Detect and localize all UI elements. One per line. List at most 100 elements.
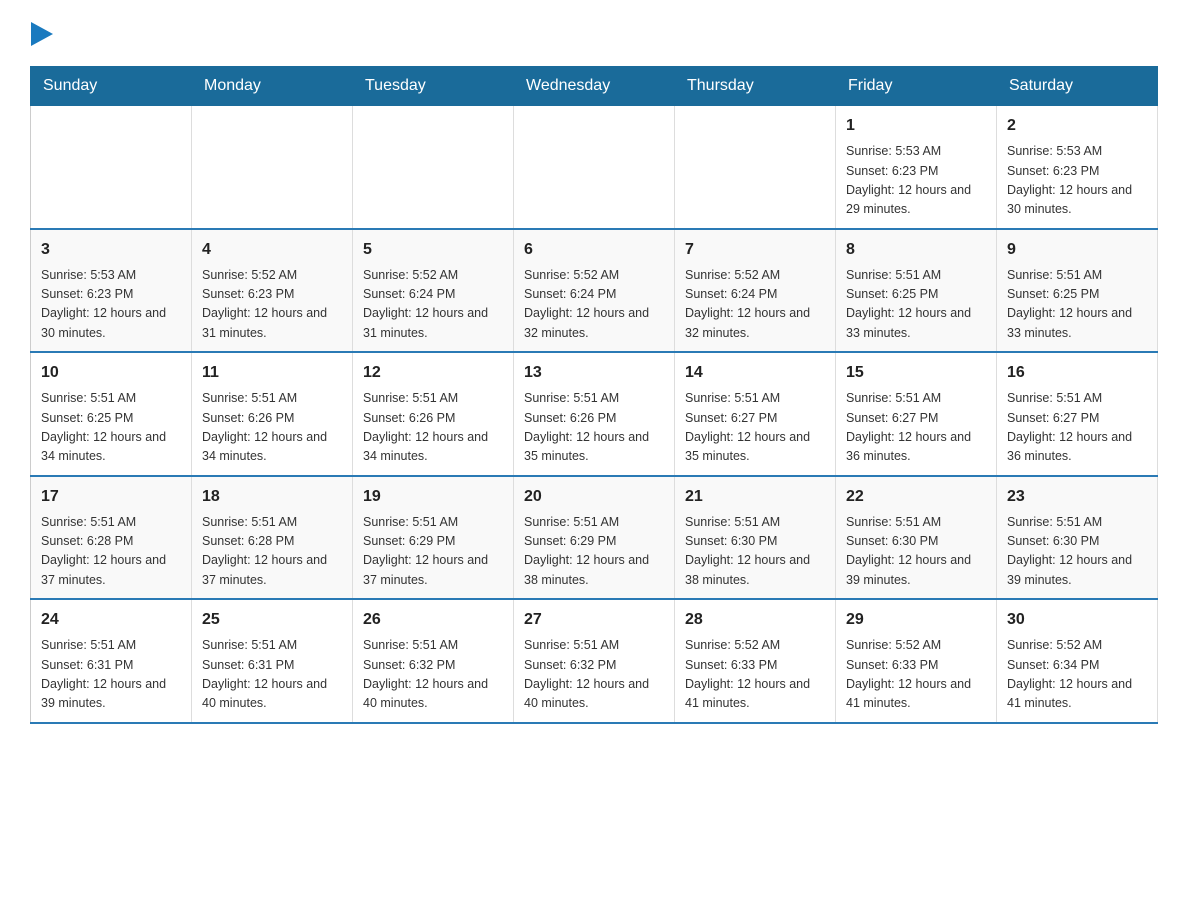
calendar-cell: 10 Sunrise: 5:51 AMSunset: 6:25 PMDayligh… — [31, 352, 192, 476]
day-info: Sunrise: 5:53 AMSunset: 6:23 PMDaylight:… — [1007, 142, 1147, 220]
calendar-cell: 13 Sunrise: 5:51 AMSunset: 6:26 PMDayligh… — [514, 352, 675, 476]
day-info: Sunrise: 5:52 AMSunset: 6:33 PMDaylight:… — [685, 636, 825, 714]
calendar-cell: 15 Sunrise: 5:51 AMSunset: 6:27 PMDayligh… — [836, 352, 997, 476]
day-number: 15 — [846, 361, 986, 385]
calendar-cell: 21 Sunrise: 5:51 AMSunset: 6:30 PMDayligh… — [675, 476, 836, 600]
day-number: 12 — [363, 361, 503, 385]
day-number: 22 — [846, 485, 986, 509]
calendar-cell: 1 Sunrise: 5:53 AMSunset: 6:23 PMDaylight… — [836, 106, 997, 229]
day-number: 9 — [1007, 238, 1147, 262]
calendar-cell — [353, 106, 514, 229]
day-info: Sunrise: 5:51 AMSunset: 6:26 PMDaylight:… — [524, 389, 664, 467]
calendar-week-5: 24Sunrise: 5:51 AMSunset: 6:31 PMDayligh… — [31, 599, 1158, 723]
calendar-cell: 8 Sunrise: 5:51 AMSunset: 6:25 PMDaylight… — [836, 229, 997, 353]
calendar-cell: 19Sunrise: 5:51 AMSunset: 6:29 PMDayligh… — [353, 476, 514, 600]
logo — [30, 20, 54, 46]
calendar-cell: 2 Sunrise: 5:53 AMSunset: 6:23 PMDaylight… — [997, 106, 1158, 229]
calendar-cell: 14Sunrise: 5:51 AMSunset: 6:27 PMDayligh… — [675, 352, 836, 476]
calendar-cell — [192, 106, 353, 229]
day-info: Sunrise: 5:51 AMSunset: 6:28 PMDaylight:… — [202, 513, 342, 591]
day-number: 18 — [202, 485, 342, 509]
day-info: Sunrise: 5:51 AMSunset: 6:31 PMDaylight:… — [41, 636, 181, 714]
day-number: 1 — [846, 114, 986, 138]
day-info: Sunrise: 5:51 AMSunset: 6:26 PMDaylight:… — [202, 389, 342, 467]
day-number: 26 — [363, 608, 503, 632]
calendar-week-4: 17 Sunrise: 5:51 AMSunset: 6:28 PMDayligh… — [31, 476, 1158, 600]
day-info: Sunrise: 5:51 AMSunset: 6:30 PMDaylight:… — [846, 513, 986, 591]
header-day-monday: Monday — [192, 67, 353, 106]
calendar-cell: 17 Sunrise: 5:51 AMSunset: 6:28 PMDayligh… — [31, 476, 192, 600]
day-info: Sunrise: 5:51 AMSunset: 6:29 PMDaylight:… — [524, 513, 664, 591]
header-day-thursday: Thursday — [675, 67, 836, 106]
day-number: 20 — [524, 485, 664, 509]
calendar-cell: 11 Sunrise: 5:51 AMSunset: 6:26 PMDayligh… — [192, 352, 353, 476]
calendar-cell: 5 Sunrise: 5:52 AMSunset: 6:24 PMDaylight… — [353, 229, 514, 353]
day-info: Sunrise: 5:51 AMSunset: 6:28 PMDaylight:… — [41, 513, 181, 591]
page-header — [30, 20, 1158, 46]
day-info: Sunrise: 5:51 AMSunset: 6:29 PMDaylight:… — [363, 513, 503, 591]
calendar-cell — [31, 106, 192, 229]
day-info: Sunrise: 5:51 AMSunset: 6:32 PMDaylight:… — [524, 636, 664, 714]
header-day-tuesday: Tuesday — [353, 67, 514, 106]
day-info: Sunrise: 5:51 AMSunset: 6:27 PMDaylight:… — [1007, 389, 1147, 467]
day-info: Sunrise: 5:52 AMSunset: 6:33 PMDaylight:… — [846, 636, 986, 714]
day-number: 16 — [1007, 361, 1147, 385]
day-number: 23 — [1007, 485, 1147, 509]
header-day-sunday: Sunday — [31, 67, 192, 106]
header-day-friday: Friday — [836, 67, 997, 106]
calendar-cell: 18 Sunrise: 5:51 AMSunset: 6:28 PMDayligh… — [192, 476, 353, 600]
day-info: Sunrise: 5:51 AMSunset: 6:26 PMDaylight:… — [363, 389, 503, 467]
day-info: Sunrise: 5:51 AMSunset: 6:25 PMDaylight:… — [846, 266, 986, 344]
calendar-cell: 3Sunrise: 5:53 AMSunset: 6:23 PMDaylight… — [31, 229, 192, 353]
day-number: 10 — [41, 361, 181, 385]
day-info: Sunrise: 5:52 AMSunset: 6:24 PMDaylight:… — [363, 266, 503, 344]
day-info: Sunrise: 5:53 AMSunset: 6:23 PMDaylight:… — [846, 142, 986, 220]
day-number: 8 — [846, 238, 986, 262]
calendar-cell: 9 Sunrise: 5:51 AMSunset: 6:25 PMDaylight… — [997, 229, 1158, 353]
day-info: Sunrise: 5:52 AMSunset: 6:24 PMDaylight:… — [685, 266, 825, 344]
header-day-wednesday: Wednesday — [514, 67, 675, 106]
calendar-cell: 6Sunrise: 5:52 AMSunset: 6:24 PMDaylight… — [514, 229, 675, 353]
header-day-saturday: Saturday — [997, 67, 1158, 106]
calendar-cell: 26 Sunrise: 5:51 AMSunset: 6:32 PMDayligh… — [353, 599, 514, 723]
calendar-cell: 27 Sunrise: 5:51 AMSunset: 6:32 PMDayligh… — [514, 599, 675, 723]
day-number: 28 — [685, 608, 825, 632]
day-number: 5 — [363, 238, 503, 262]
calendar-cell: 24Sunrise: 5:51 AMSunset: 6:31 PMDayligh… — [31, 599, 192, 723]
calendar-cell: 23Sunrise: 5:51 AMSunset: 6:30 PMDayligh… — [997, 476, 1158, 600]
day-number: 21 — [685, 485, 825, 509]
day-info: Sunrise: 5:51 AMSunset: 6:31 PMDaylight:… — [202, 636, 342, 714]
day-info: Sunrise: 5:51 AMSunset: 6:25 PMDaylight:… — [41, 389, 181, 467]
day-number: 27 — [524, 608, 664, 632]
calendar-cell: 29Sunrise: 5:52 AMSunset: 6:33 PMDayligh… — [836, 599, 997, 723]
day-info: Sunrise: 5:51 AMSunset: 6:25 PMDaylight:… — [1007, 266, 1147, 344]
calendar-week-3: 10 Sunrise: 5:51 AMSunset: 6:25 PMDayligh… — [31, 352, 1158, 476]
day-info: Sunrise: 5:51 AMSunset: 6:32 PMDaylight:… — [363, 636, 503, 714]
day-number: 7 — [685, 238, 825, 262]
day-info: Sunrise: 5:52 AMSunset: 6:34 PMDaylight:… — [1007, 636, 1147, 714]
day-info: Sunrise: 5:51 AMSunset: 6:30 PMDaylight:… — [685, 513, 825, 591]
day-number: 25 — [202, 608, 342, 632]
logo-blue-text — [30, 20, 54, 46]
calendar-cell: 7 Sunrise: 5:52 AMSunset: 6:24 PMDaylight… — [675, 229, 836, 353]
calendar-week-2: 3Sunrise: 5:53 AMSunset: 6:23 PMDaylight… — [31, 229, 1158, 353]
day-info: Sunrise: 5:51 AMSunset: 6:27 PMDaylight:… — [846, 389, 986, 467]
calendar-cell — [675, 106, 836, 229]
day-number: 2 — [1007, 114, 1147, 138]
calendar-cell: 22 Sunrise: 5:51 AMSunset: 6:30 PMDayligh… — [836, 476, 997, 600]
calendar-header-row: SundayMondayTuesdayWednesdayThursdayFrid… — [31, 67, 1158, 106]
calendar-cell — [514, 106, 675, 229]
calendar-cell: 25 Sunrise: 5:51 AMSunset: 6:31 PMDayligh… — [192, 599, 353, 723]
day-number: 17 — [41, 485, 181, 509]
calendar-cell: 28 Sunrise: 5:52 AMSunset: 6:33 PMDayligh… — [675, 599, 836, 723]
calendar-cell: 20 Sunrise: 5:51 AMSunset: 6:29 PMDayligh… — [514, 476, 675, 600]
calendar-week-1: 1 Sunrise: 5:53 AMSunset: 6:23 PMDaylight… — [31, 106, 1158, 229]
calendar-cell: 30 Sunrise: 5:52 AMSunset: 6:34 PMDayligh… — [997, 599, 1158, 723]
day-number: 11 — [202, 361, 342, 385]
day-number: 3 — [41, 238, 181, 262]
calendar-table: SundayMondayTuesdayWednesdayThursdayFrid… — [30, 66, 1158, 724]
day-info: Sunrise: 5:52 AMSunset: 6:24 PMDaylight:… — [524, 266, 664, 344]
day-number: 30 — [1007, 608, 1147, 632]
calendar-cell: 12 Sunrise: 5:51 AMSunset: 6:26 PMDayligh… — [353, 352, 514, 476]
day-number: 13 — [524, 361, 664, 385]
